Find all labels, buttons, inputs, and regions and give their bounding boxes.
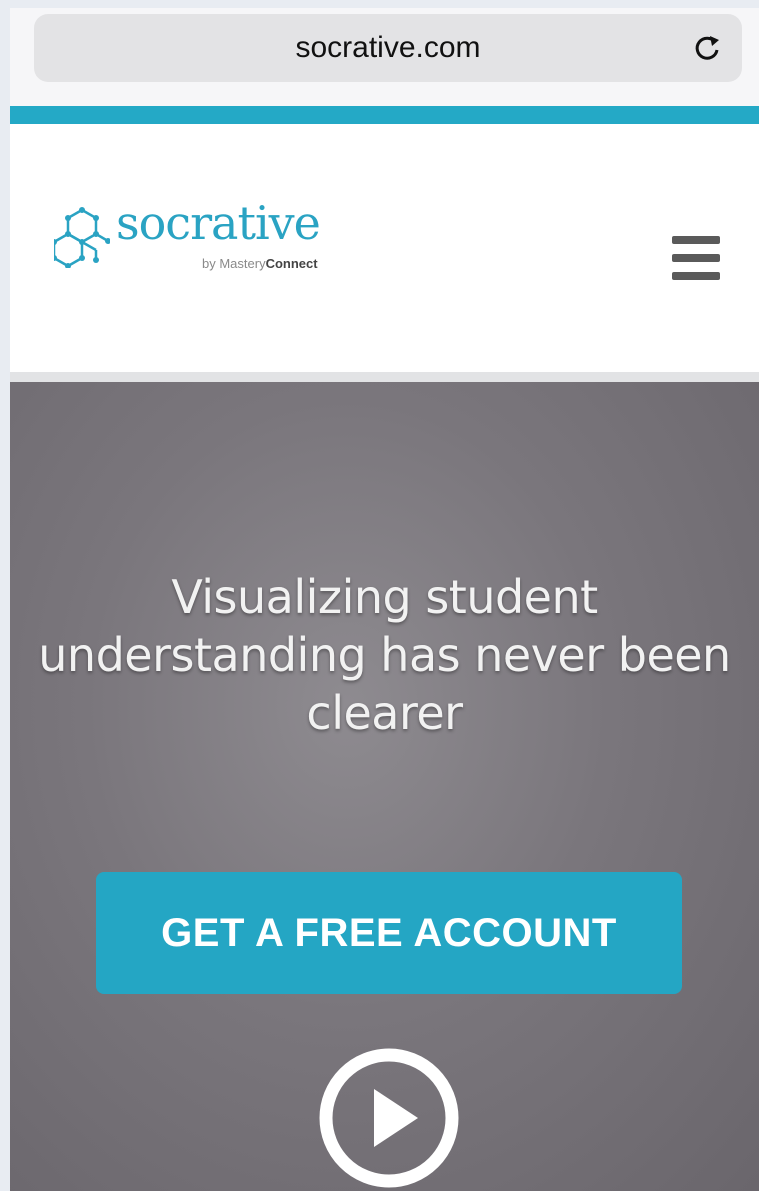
- browser-toolbar: socrative.com: [10, 8, 759, 106]
- hamburger-line: [672, 272, 720, 280]
- address-bar-url[interactable]: socrative.com: [34, 14, 742, 82]
- site-header: socrative by MasteryConnect: [10, 124, 759, 372]
- hamburger-menu-icon[interactable]: [672, 236, 720, 280]
- accent-bar: [10, 106, 759, 124]
- address-bar[interactable]: socrative.com: [34, 14, 742, 82]
- logo-byline-brand: Connect: [265, 256, 318, 271]
- hamburger-line: [672, 254, 720, 262]
- logo-byline: by MasteryConnect: [202, 256, 318, 271]
- logo-wordmark: socrative: [116, 196, 321, 250]
- logo-byline-text: by Mastery: [202, 256, 266, 271]
- hamburger-line: [672, 236, 720, 244]
- hero-headline: Visualizing student understanding has ne…: [38, 570, 731, 740]
- reload-icon[interactable]: [690, 31, 724, 65]
- socrative-logo-mark-icon: [54, 207, 110, 268]
- socrative-logo[interactable]: socrative by MasteryConnect: [54, 196, 344, 280]
- play-video-icon[interactable]: [316, 1045, 462, 1191]
- header-divider: [10, 372, 759, 382]
- hero-section: Visualizing student understanding has ne…: [10, 382, 759, 1191]
- browser-frame: socrative.com socrative by MasteryConnec…: [10, 8, 759, 1191]
- get-free-account-button[interactable]: GET A FREE ACCOUNT: [96, 872, 682, 994]
